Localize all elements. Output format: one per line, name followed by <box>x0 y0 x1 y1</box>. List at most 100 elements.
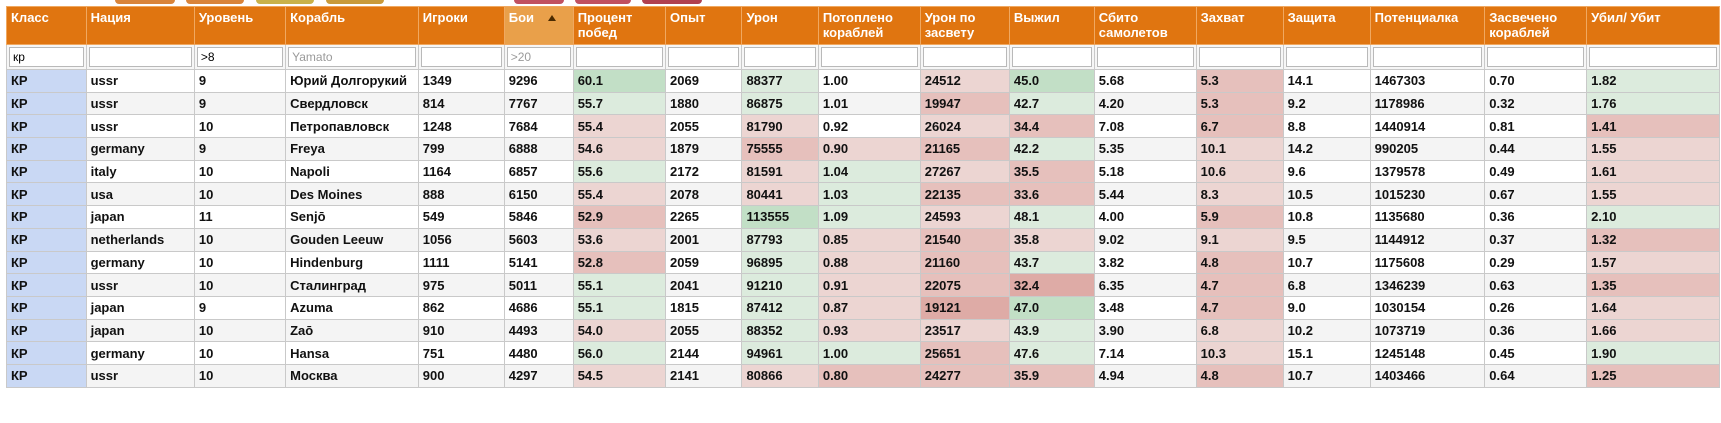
cell-spotted: 0.36 <box>1484 318 1588 343</box>
column-header-battles[interactable]: Бои <box>503 6 574 45</box>
column-header-nation[interactable]: Нация <box>85 6 195 45</box>
cell-defense: 9.5 <box>1282 227 1371 252</box>
filter-cell-potential <box>1369 44 1486 70</box>
column-header-potential[interactable]: Потенциалка <box>1369 6 1486 45</box>
column-header-sunk[interactable]: Потоплено кораблей <box>817 6 921 45</box>
filter-cell-battles <box>503 44 574 70</box>
cell-sunk: 0.80 <box>817 363 921 388</box>
filter-input-potential[interactable] <box>1372 47 1483 67</box>
cell-kd: 1.66 <box>1586 318 1720 343</box>
cell-ship: Senjō <box>285 205 419 229</box>
table-row[interactable]: КР usa 10 Des Moines 888 6150 55.4 2078 80441 1.0… <box>6 182 1720 207</box>
cell-sunk: 0.87 <box>817 295 921 320</box>
filter-input-planes[interactable] <box>1096 47 1194 67</box>
cell-tier: 9 <box>193 137 287 161</box>
column-header-kd[interactable]: Убил/ Убит <box>1586 6 1720 45</box>
table-row[interactable]: КР japan 11 Senjō 549 5846 52.9 2265 113555 1.09 2… <box>6 205 1720 229</box>
column-header-spotted[interactable]: Засвечено кораблей <box>1484 6 1588 45</box>
table-row[interactable]: КР ussr 10 Петропавловск 1248 7684 55.4 2055 817… <box>6 114 1720 139</box>
table-row[interactable]: КР italy 10 Napoli 1164 6857 55.6 2172 81591 1.04… <box>6 159 1720 184</box>
top-tab-button[interactable] <box>326 0 384 4</box>
cell-defense: 10.5 <box>1282 182 1371 207</box>
column-header-capture[interactable]: Захват <box>1195 6 1284 45</box>
cell-damage: 88352 <box>741 318 819 343</box>
table-row[interactable]: КР japan 9 Azuma 862 4686 55.1 1815 87412 0.87 191… <box>6 295 1720 320</box>
cell-players: 751 <box>417 341 505 365</box>
cell-cls: КР <box>6 250 87 275</box>
column-header-cls[interactable]: Класс <box>6 6 87 45</box>
cell-capture: 6.8 <box>1195 318 1284 343</box>
cell-tier: 11 <box>193 205 287 229</box>
cell-kd: 1.57 <box>1586 250 1720 275</box>
column-header-spot_dmg[interactable]: Урон по засвету <box>919 6 1010 45</box>
cell-planes: 4.20 <box>1093 91 1197 116</box>
cell-sunk: 1.04 <box>817 159 921 184</box>
cell-cls: КР <box>6 295 87 320</box>
cell-ship: Hindenburg <box>285 250 419 275</box>
top-tab-button[interactable] <box>186 0 244 4</box>
column-header-xp[interactable]: Опыт <box>665 6 743 45</box>
cell-kd: 1.32 <box>1586 227 1720 252</box>
cell-survived: 45.0 <box>1008 69 1095 93</box>
filter-input-spot_dmg[interactable] <box>922 47 1007 67</box>
filter-row <box>6 44 1720 70</box>
column-header-planes[interactable]: Сбито самолетов <box>1093 6 1197 45</box>
column-header-winrate[interactable]: Процент побед <box>572 6 667 45</box>
cell-potential: 990205 <box>1369 137 1486 161</box>
column-header-survived[interactable]: Выжил <box>1008 6 1095 45</box>
filter-input-tier[interactable] <box>196 47 284 67</box>
filter-input-spotted[interactable] <box>1487 47 1585 67</box>
cell-sunk: 0.90 <box>817 137 921 161</box>
cell-battles: 5846 <box>503 205 574 229</box>
cell-winrate: 54.6 <box>572 137 667 161</box>
table-row[interactable]: КР ussr 10 Москва 900 4297 54.5 2141 80866 0.80 24… <box>6 363 1720 388</box>
top-tab-button[interactable] <box>514 0 564 4</box>
cell-capture: 6.7 <box>1195 114 1284 139</box>
top-tab-button[interactable] <box>642 0 702 4</box>
column-header-label: Процент побед <box>577 10 633 40</box>
filter-input-winrate[interactable] <box>575 47 664 67</box>
filter-input-battles[interactable] <box>506 47 571 67</box>
filter-input-sunk[interactable] <box>820 47 918 67</box>
table-row[interactable]: КР germany 10 Hindenburg 1111 5141 52.8 2059 968… <box>6 250 1720 275</box>
column-header-damage[interactable]: Урон <box>741 6 819 45</box>
top-tab-button[interactable] <box>115 0 175 4</box>
cell-players: 900 <box>417 363 505 388</box>
cell-defense: 14.2 <box>1282 137 1371 161</box>
cell-potential: 1245148 <box>1369 341 1486 365</box>
header-row: Класс Нация Уровень Корабль Игроки Бои Процент… <box>6 6 1720 45</box>
filter-input-cls[interactable] <box>9 47 84 67</box>
cell-tier: 10 <box>193 363 287 388</box>
top-tab-button[interactable] <box>256 0 314 4</box>
cell-winrate: 55.4 <box>572 182 667 207</box>
filter-input-nation[interactable] <box>88 47 192 67</box>
column-header-label: Урон <box>746 10 778 25</box>
filter-input-survived[interactable] <box>1011 47 1092 67</box>
cell-survived: 48.1 <box>1008 205 1095 229</box>
column-header-players[interactable]: Игроки <box>417 6 505 45</box>
column-header-ship[interactable]: Корабль <box>285 6 419 45</box>
table-row[interactable]: КР germany 9 Freya 799 6888 54.6 1879 75555 0.90 2… <box>6 137 1720 161</box>
filter-input-xp[interactable] <box>668 47 740 67</box>
cell-spotted: 0.44 <box>1484 137 1588 161</box>
top-tab-button[interactable] <box>575 0 631 4</box>
column-header-defense[interactable]: Защита <box>1282 6 1371 45</box>
filter-cell-sunk <box>817 44 921 70</box>
table-row[interactable]: КР ussr 9 Свердловск 814 7767 55.7 1880 86875 1.0… <box>6 91 1720 116</box>
filter-input-players[interactable] <box>420 47 502 67</box>
table-row[interactable]: КР germany 10 Hansa 751 4480 56.0 2144 94961 1.00… <box>6 341 1720 365</box>
cell-defense: 9.0 <box>1282 295 1371 320</box>
table-row[interactable]: КР ussr 10 Сталинград 975 5011 55.1 2041 91210 0.… <box>6 273 1720 297</box>
column-header-tier[interactable]: Уровень <box>193 6 287 45</box>
filter-input-defense[interactable] <box>1285 47 1368 67</box>
cell-players: 549 <box>417 205 505 229</box>
cell-planes: 3.90 <box>1093 318 1197 343</box>
table-row[interactable]: КР ussr 9 Юрий Долгорукий 1349 9296 60.1 2069 88… <box>6 69 1720 93</box>
filter-input-damage[interactable] <box>744 47 816 67</box>
table-row[interactable]: КР japan 10 Zaō 910 4493 54.0 2055 88352 0.93 2351… <box>6 318 1720 343</box>
filter-input-kd[interactable] <box>1589 47 1717 67</box>
cell-tier: 10 <box>193 273 287 297</box>
table-row[interactable]: КР netherlands 10 Gouden Leeuw 1056 5603 53.6 2… <box>6 227 1720 252</box>
filter-input-capture[interactable] <box>1198 47 1281 67</box>
filter-input-ship[interactable] <box>288 47 416 67</box>
